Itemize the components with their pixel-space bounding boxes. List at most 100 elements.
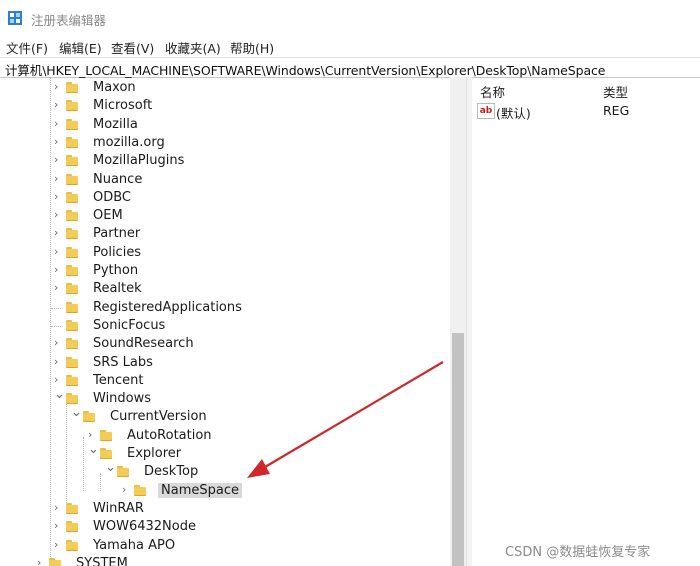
tree-node-odbc[interactable]: › ODBC (0, 189, 450, 207)
column-header-type[interactable]: 类型 (603, 82, 628, 101)
tree-node-label: Explorer (127, 446, 182, 461)
tree-node-label: Windows (93, 391, 152, 407)
tree-node-label: ODBC (93, 189, 132, 205)
tree-node-nuance[interactable]: › Nuance (0, 171, 450, 189)
menu-bar: 文件(F) 编辑(E) 查看(V) 收藏夹(A) 帮助(H) (0, 36, 700, 56)
tree-scrollbar[interactable] (450, 77, 466, 566)
tree-node-explorer[interactable]: ⌄ Explorer (0, 443, 450, 463)
tree-guide-line (51, 325, 61, 327)
tree-node-maxon[interactable]: › Maxon (0, 79, 450, 97)
chevron-right-icon[interactable]: › (54, 264, 62, 275)
value-row[interactable]: ab (默认) REG (472, 102, 700, 121)
folder-icon (66, 100, 78, 112)
chevron-down-icon[interactable]: ⌄ (71, 406, 82, 419)
tree-node-sonicfocus[interactable]: SonicFocus (0, 317, 450, 335)
folder-icon (66, 246, 78, 258)
tree-node-label: WinRAR (93, 500, 144, 516)
tree-node-label: Microsoft (93, 98, 153, 114)
chevron-right-icon[interactable]: › (122, 484, 130, 495)
value-type: REG (603, 103, 630, 118)
chevron-down-icon[interactable]: ⌄ (88, 443, 99, 456)
tree-node-registeredapplications[interactable]: RegisteredApplications (0, 299, 450, 317)
tree-node-autorotation[interactable]: › AutoRotation (0, 427, 450, 445)
chevron-right-icon[interactable]: › (54, 502, 62, 513)
chevron-right-icon[interactable]: › (54, 81, 62, 92)
chevron-right-icon[interactable]: › (54, 173, 62, 184)
chevron-right-icon[interactable]: › (54, 191, 62, 202)
chevron-right-icon[interactable]: › (54, 520, 62, 531)
chevron-right-icon[interactable]: › (54, 539, 62, 550)
tree-node-label: WOW6432Node (93, 519, 196, 535)
tree-node-label: CurrentVersion (110, 409, 207, 425)
chevron-right-icon[interactable]: › (88, 429, 96, 440)
menu-edit[interactable]: 编辑(E) (59, 38, 102, 57)
menu-view[interactable]: 查看(V) (111, 38, 154, 57)
tree-node-winrar[interactable]: › WinRAR (0, 500, 450, 518)
column-header-name[interactable]: 名称 (480, 82, 505, 101)
chevron-down-icon[interactable]: ⌄ (54, 388, 65, 401)
tree-node-mozillaplugins[interactable]: › MozillaPlugins (0, 152, 450, 170)
title-bar: 注册表编辑器 (0, 0, 700, 36)
tree-node-partner[interactable]: › Partner (0, 225, 450, 243)
chevron-right-icon[interactable]: › (54, 118, 62, 129)
chevron-right-icon[interactable]: › (54, 374, 62, 385)
folder-icon (100, 448, 112, 459)
tree-node-label: Mozilla (93, 116, 138, 132)
chevron-right-icon[interactable]: › (54, 136, 62, 147)
folder-icon (66, 319, 78, 331)
scrollbar-thumb[interactable] (452, 333, 464, 566)
chevron-right-icon[interactable]: › (54, 209, 62, 220)
chevron-right-icon[interactable]: › (37, 557, 45, 566)
folder-icon (134, 484, 146, 496)
chevron-right-icon[interactable]: › (54, 246, 62, 257)
values-pane[interactable]: 名称 类型 ab (默认) REG (472, 77, 700, 566)
folder-icon (66, 521, 78, 533)
tree-node-system[interactable]: › SYSTEM (0, 555, 450, 566)
chevron-right-icon[interactable]: › (54, 337, 62, 348)
chevron-down-icon[interactable]: ⌄ (105, 461, 116, 474)
folder-icon (66, 338, 78, 350)
folder-icon (66, 356, 78, 368)
chevron-right-icon[interactable]: › (54, 356, 62, 367)
folder-icon (66, 283, 78, 295)
tree-node-policies[interactable]: › Policies (0, 244, 450, 262)
folder-icon (117, 466, 129, 478)
tree-node-desktop[interactable]: ⌄ DeskTop (0, 461, 450, 481)
menu-favorites[interactable]: 收藏夹(A) (165, 38, 221, 57)
folder-icon (83, 411, 95, 423)
tree-node-currentversion[interactable]: ⌄ CurrentVersion (0, 406, 450, 426)
tree-node-python[interactable]: › Python (0, 262, 450, 280)
tree-node-microsoft[interactable]: › Microsoft (0, 97, 450, 115)
tree-node-namespace[interactable]: › NameSpace (0, 482, 450, 500)
chevron-right-icon[interactable]: › (54, 99, 62, 110)
window-title: 注册表编辑器 (31, 13, 107, 28)
tree-node-realtek[interactable]: › Realtek (0, 280, 450, 298)
tree-node-windows[interactable]: ⌄ Windows (0, 388, 450, 408)
chevron-right-icon[interactable]: › (54, 227, 62, 238)
folder-icon (66, 228, 78, 240)
folder-icon (66, 136, 78, 148)
tree-node-mozilla-org[interactable]: › mozilla.org (0, 134, 450, 152)
folder-icon (66, 82, 78, 93)
tree-node-soundresearch[interactable]: › SoundResearch (0, 335, 450, 353)
folder-icon (66, 301, 78, 313)
address-bar[interactable]: 计算机\HKEY_LOCAL_MACHINE\SOFTWARE\Windows\… (0, 57, 700, 78)
tree-node-label: Python (93, 263, 139, 278)
tree-node-mozilla[interactable]: › Mozilla (0, 116, 450, 134)
tree-node-label: NameSpace (158, 482, 242, 498)
tree-node-oem[interactable]: › OEM (0, 207, 450, 225)
menu-help[interactable]: 帮助(H) (230, 38, 274, 57)
registry-tree[interactable]: › Maxon › Microsoft › Mozilla › mozilla.org › Moz… (0, 77, 466, 566)
ab-string-icon: ab (477, 103, 495, 119)
chevron-right-icon[interactable]: › (54, 282, 62, 293)
chevron-right-icon[interactable]: › (54, 154, 62, 165)
tree-node-yamaha-apo[interactable]: › Yamaha APO (0, 537, 450, 555)
tree-guide-line (51, 307, 61, 309)
tree-node-wow6432node[interactable]: › WOW6432Node (0, 518, 450, 536)
tree-node-srs-labs[interactable]: › SRS Labs (0, 354, 450, 372)
tree-node-label: SoundResearch (93, 336, 194, 352)
menu-file[interactable]: 文件(F) (6, 38, 48, 57)
tree-node-label: SonicFocus (93, 317, 166, 333)
tree-node-tencent[interactable]: › Tencent (0, 372, 450, 390)
tree-node-label: mozilla.org (93, 134, 165, 150)
